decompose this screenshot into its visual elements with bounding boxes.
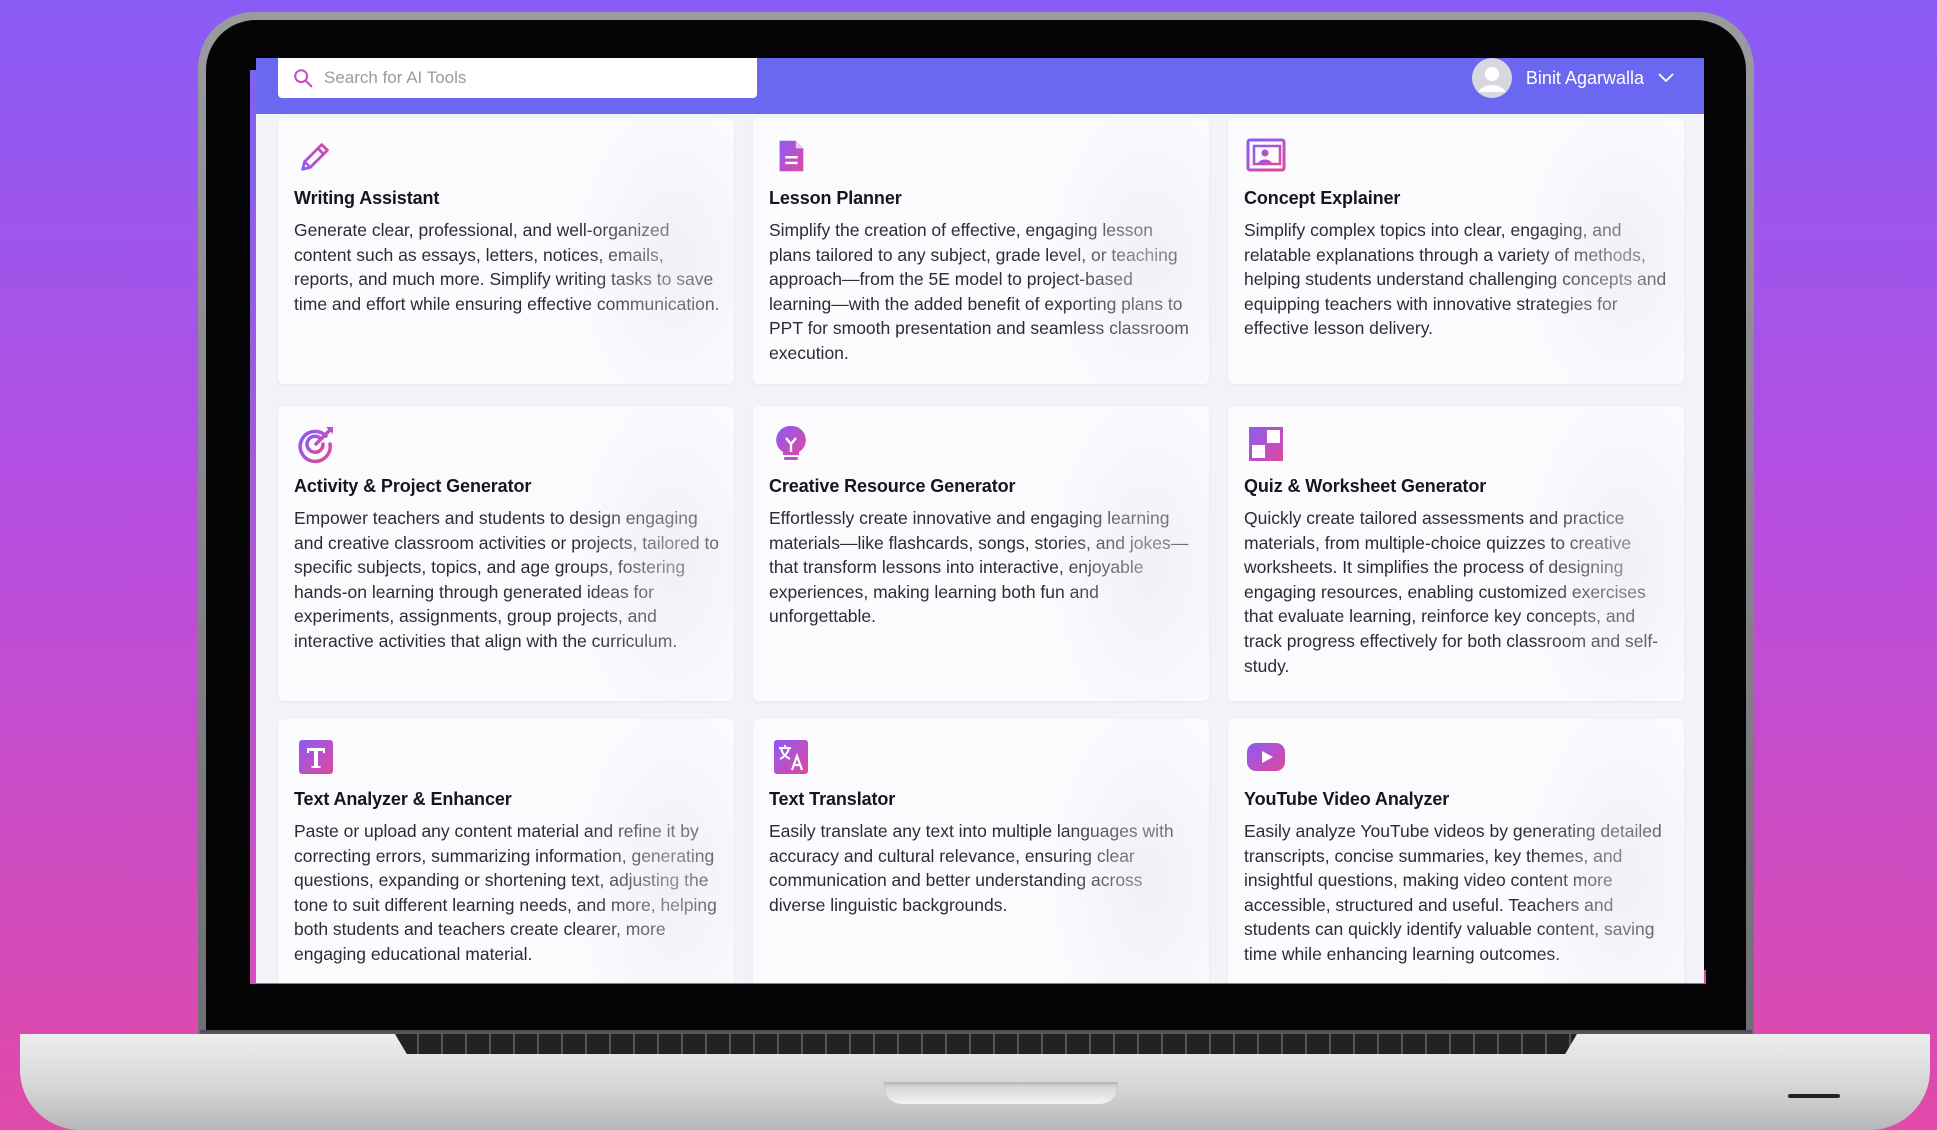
tool-description: Empower teachers and students to design … — [294, 508, 720, 651]
tool-description: Paste or upload any content material and… — [294, 821, 717, 964]
tool-description: Easily translate any text into multiple … — [769, 821, 1174, 915]
translate-icon — [771, 737, 811, 777]
tool-description: Simplify the creation of effective, enga… — [769, 220, 1189, 363]
laptop-indicator — [1788, 1094, 1840, 1098]
tool-title: Lesson Planner — [769, 188, 902, 208]
background: Binit Agarwalla — [0, 0, 1937, 1130]
tool-card-writing-assistant[interactable]: Writing Assistant Generate clear, profes… — [278, 118, 734, 384]
youtube-play-icon — [1246, 737, 1286, 777]
tool-card-creative-resource-generator[interactable]: Creative Resource Generator Effortlessly… — [753, 406, 1209, 701]
avatar — [1471, 58, 1512, 98]
search-icon — [292, 67, 314, 89]
tool-card-text-analyzer-enhancer[interactable]: Text Analyzer & Enhancer Paste or upload… — [278, 719, 734, 983]
search-input[interactable] — [322, 67, 746, 89]
tool-title: Quiz & Worksheet Generator — [1244, 476, 1487, 496]
tool-title: Concept Explainer — [1244, 188, 1401, 208]
tool-description: Effortlessly create innovative and engag… — [769, 508, 1189, 627]
tool-title: YouTube Video Analyzer — [1244, 789, 1450, 809]
user-icon — [1478, 67, 1505, 92]
tool-description: Generate clear, professional, and well-o… — [294, 220, 720, 314]
tool-description: Quickly create tailored assessments and … — [1244, 508, 1659, 676]
tool-card-lesson-planner[interactable]: Lesson Planner Simplify the creation of … — [753, 118, 1209, 384]
tool-description: Easily analyze YouTube videos by generat… — [1244, 821, 1662, 964]
tool-title: Text Translator — [769, 789, 896, 809]
tool-description: Simplify complex topics into clear, enga… — [1244, 220, 1667, 339]
lightbulb-icon — [771, 424, 811, 464]
quiz-grid-icon — [1246, 424, 1286, 464]
tool-title: Activity & Project Generator — [294, 476, 532, 496]
app-header: Binit Agarwalla — [256, 58, 1704, 114]
document-icon — [771, 136, 811, 176]
tool-title: Text Analyzer & Enhancer — [294, 789, 512, 809]
tool-title: Writing Assistant — [294, 188, 440, 208]
laptop-notch — [884, 1082, 1118, 1104]
chevron-down-icon[interactable] — [1658, 73, 1674, 83]
tool-title: Creative Resource Generator — [769, 476, 1016, 496]
user-menu[interactable]: Binit Agarwalla — [1471, 58, 1674, 98]
laptop-screen: Binit Agarwalla — [256, 58, 1704, 983]
user-name: Binit Agarwalla — [1525, 67, 1644, 88]
laptop-keyboard — [395, 1034, 1577, 1054]
tool-card-activity-project-generator[interactable]: Activity & Project Generator Empower tea… — [278, 406, 734, 701]
pencil-icon — [296, 136, 336, 176]
tool-card-concept-explainer[interactable]: Concept Explainer Simplify complex topic… — [1228, 118, 1684, 384]
tool-card-youtube-video-analyzer[interactable]: YouTube Video Analyzer Easily analyze Yo… — [1228, 719, 1684, 983]
tool-card-text-translator[interactable]: Text Translator Easily translate any tex… — [753, 719, 1209, 983]
tool-card-quiz-worksheet-generator[interactable]: Quiz & Worksheet Generator Quickly creat… — [1228, 406, 1684, 701]
text-t-icon — [296, 737, 336, 777]
search-box[interactable] — [278, 58, 757, 98]
target-icon — [296, 424, 336, 464]
presentation-icon — [1246, 136, 1286, 176]
